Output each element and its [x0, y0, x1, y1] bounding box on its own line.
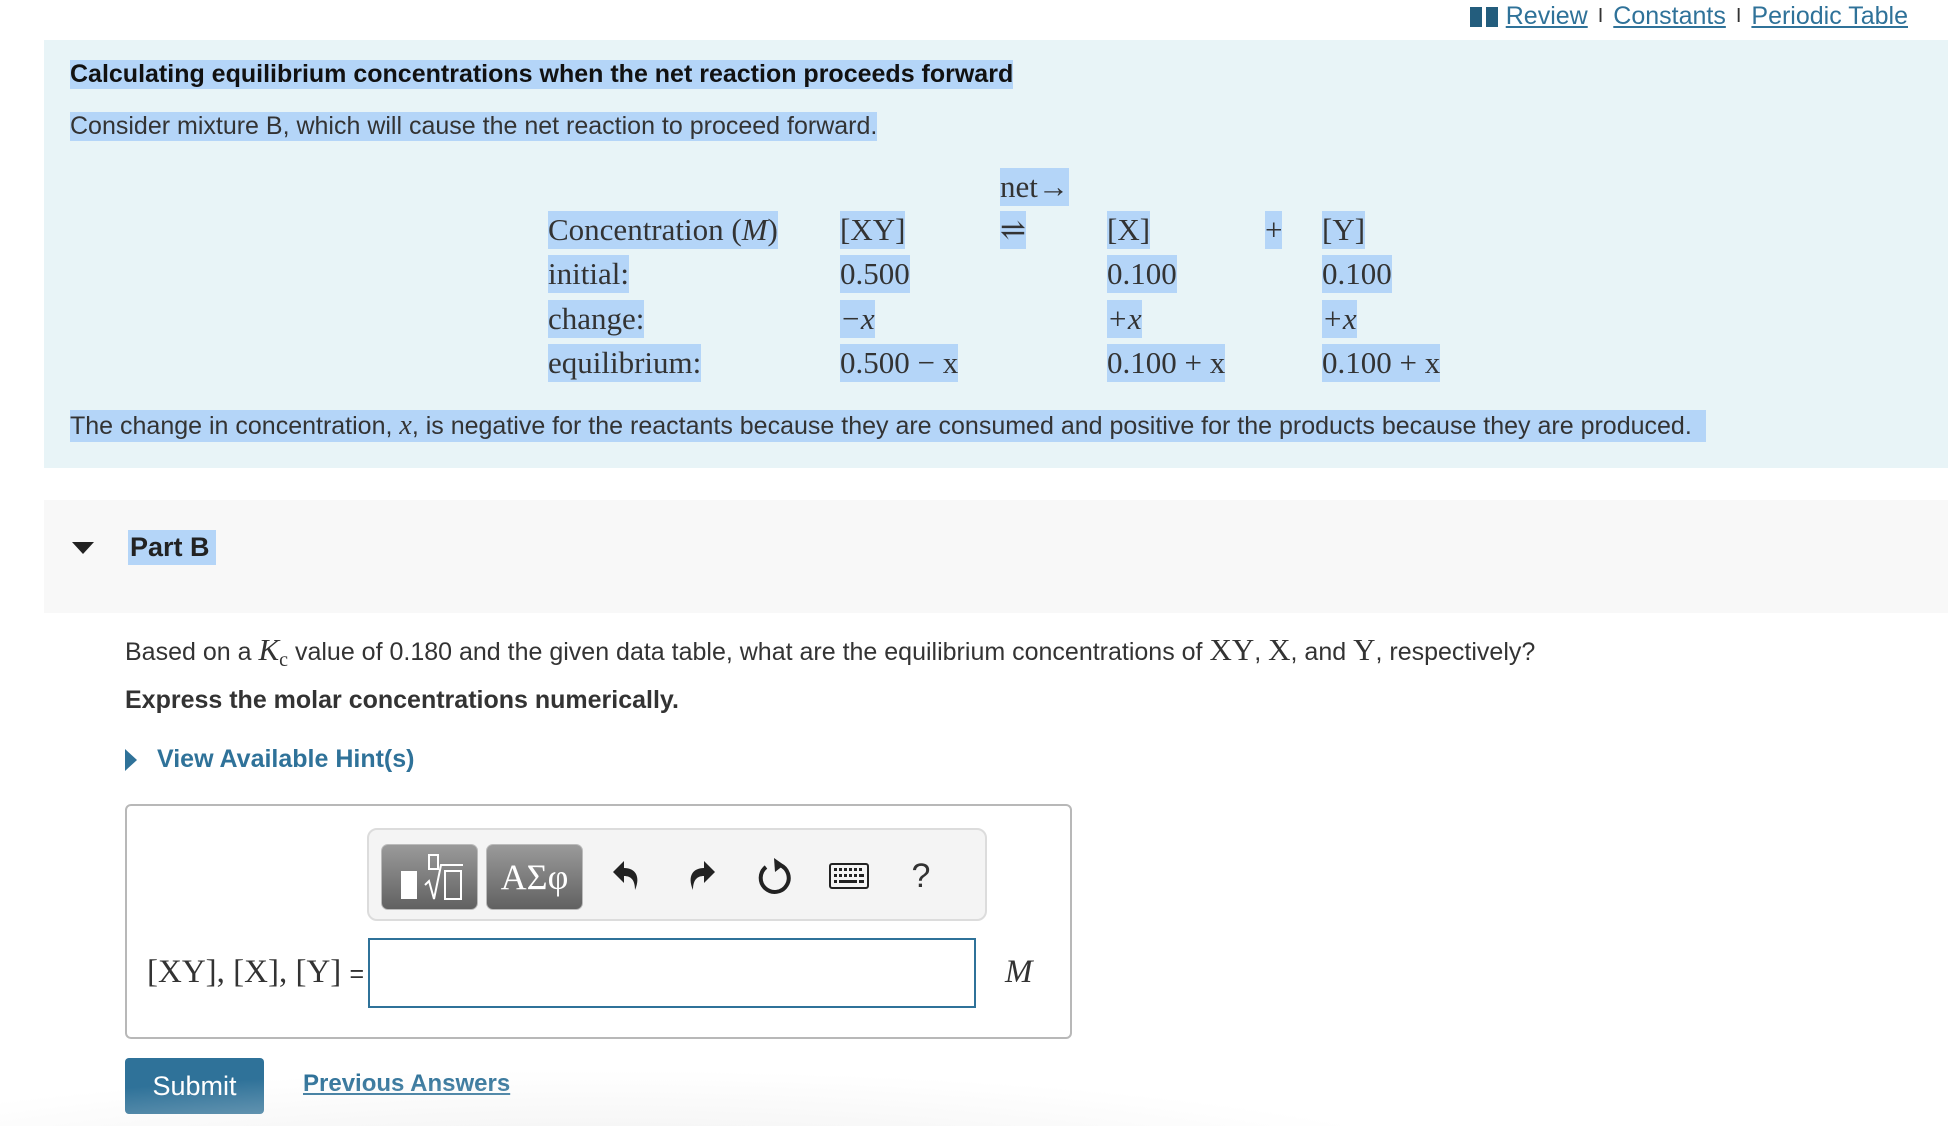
part-title: Part B [128, 530, 216, 565]
templates-button[interactable] [381, 844, 478, 910]
initial-x: 0.100 [1107, 255, 1177, 293]
help-button[interactable]: ? [899, 852, 943, 900]
initial-xy: 0.500 [840, 255, 910, 293]
math-toolbar: ΑΣφ ? [367, 828, 987, 921]
table-header-product-x: [X] [1107, 211, 1151, 249]
templates-icon [400, 854, 463, 900]
redo-button[interactable] [679, 852, 723, 900]
undo-icon [613, 861, 638, 890]
resource-links: Review I Constants I Periodic Table [1469, 2, 1908, 31]
intro-title: Calculating equilibrium concentrations w… [70, 60, 1014, 89]
periodic-table-link[interactable]: Periodic Table [1751, 2, 1908, 31]
explanation-text: The change in concentration, x, is negat… [70, 410, 1706, 442]
intro-subtitle: Consider mixture B, which will cause the… [70, 112, 878, 141]
table-header-reactant: [XY] [840, 211, 906, 249]
equilibrium-xy: 0.500 − x [840, 344, 959, 382]
change-x: +x [1107, 300, 1142, 338]
part-b-header[interactable]: Part B [44, 500, 1948, 613]
answer-input[interactable] [368, 938, 976, 1008]
review-link[interactable]: Review [1506, 2, 1588, 31]
link-separator: I [1735, 5, 1742, 27]
previous-answers-link[interactable]: Previous Answers [303, 1070, 510, 1098]
change-xy: −x [840, 300, 875, 338]
question-text: Based on a Kc value of 0.180 and the giv… [125, 632, 1536, 671]
table-header-label: Concentration (M) [548, 211, 778, 249]
initial-y: 0.100 [1322, 255, 1392, 293]
row-label-change: change: [548, 300, 645, 338]
table-header-product-y: [Y] [1322, 211, 1366, 249]
symbols-button[interactable]: ΑΣφ [486, 844, 583, 910]
equilibrium-x: 0.100 + x [1107, 344, 1226, 382]
constants-link[interactable]: Constants [1613, 2, 1726, 31]
book-icon [1469, 6, 1498, 27]
intro-panel: Calculating equilibrium concentrations w… [44, 40, 1948, 468]
net-direction-label: net→ [1000, 168, 1069, 206]
keyboard-button[interactable] [827, 852, 871, 900]
hint-label: View Available Hint(s) [157, 745, 415, 773]
row-label-equilibrium: equilibrium: [548, 344, 702, 382]
equilibrium-arrow: ⇌ [1000, 211, 1026, 249]
answer-box: ΑΣφ ? [XY], [X], [Y] = M [125, 804, 1072, 1039]
answer-label: [XY], [X], [Y] = [147, 954, 365, 990]
undo-button[interactable] [605, 852, 649, 900]
row-label-initial: initial: [548, 255, 629, 293]
instruction-text: Express the molar concentrations numeric… [125, 686, 679, 714]
link-separator: I [1597, 5, 1604, 27]
reset-button[interactable] [753, 852, 797, 900]
redo-icon [690, 861, 715, 890]
plus-sign: + [1265, 211, 1283, 249]
expand-caret-icon [125, 748, 137, 771]
submit-button[interactable]: Submit [125, 1058, 264, 1114]
view-hints-toggle[interactable]: View Available Hint(s) [125, 745, 414, 774]
answer-unit: M [1005, 954, 1033, 990]
collapse-caret-icon[interactable] [72, 542, 94, 554]
footer-shadow [0, 1060, 1948, 1126]
reset-icon [758, 858, 791, 894]
change-y: +x [1322, 300, 1357, 338]
equilibrium-y: 0.100 + x [1322, 344, 1441, 382]
keyboard-icon [829, 863, 869, 889]
